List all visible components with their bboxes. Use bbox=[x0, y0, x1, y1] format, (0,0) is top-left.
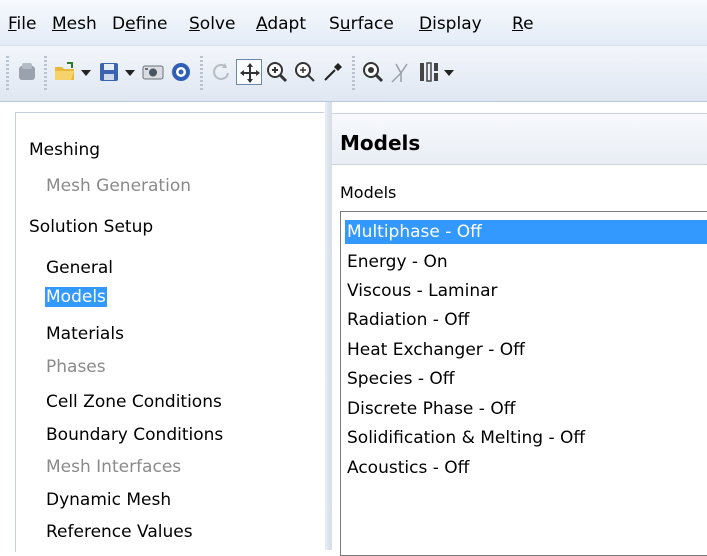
menu-surface[interactable]: Surface bbox=[329, 14, 394, 34]
toolbar-grip[interactable] bbox=[44, 56, 47, 92]
pan-icon[interactable] bbox=[236, 59, 262, 85]
model-item-heat-exchanger[interactable]: Heat Exchanger - Off bbox=[347, 340, 525, 360]
stop-icon[interactable] bbox=[14, 59, 40, 85]
pane-border bbox=[16, 112, 324, 113]
nav-item-cell-zone-conditions[interactable]: Cell Zone Conditions bbox=[46, 392, 222, 412]
axes-icon[interactable] bbox=[388, 59, 414, 85]
probe-icon[interactable] bbox=[320, 59, 346, 85]
nav-item-models[interactable]: Models bbox=[45, 287, 107, 307]
model-item-species[interactable]: Species - Off bbox=[347, 369, 454, 389]
nav-item-general[interactable]: General bbox=[46, 258, 113, 278]
models-listbox[interactable]: Multiphase - Off Energy - On Viscous - L… bbox=[340, 211, 707, 556]
model-item-viscous[interactable]: Viscous - Laminar bbox=[347, 281, 498, 301]
menu-mesh[interactable]: Mesh bbox=[52, 14, 97, 34]
nav-item-boundary-conditions[interactable]: Boundary Conditions bbox=[46, 425, 223, 445]
nav-item-materials[interactable]: Materials bbox=[46, 324, 124, 344]
menu-define[interactable]: Define bbox=[112, 14, 168, 34]
help-icon[interactable] bbox=[168, 59, 194, 85]
pane-border bbox=[15, 112, 16, 552]
nav-item-dynamic-mesh[interactable]: Dynamic Mesh bbox=[46, 490, 171, 510]
model-item-multiphase[interactable]: Multiphase - Off bbox=[345, 220, 707, 244]
snapshot-icon[interactable] bbox=[140, 59, 166, 85]
menu-adapt[interactable]: Adapt bbox=[256, 14, 306, 34]
menu-file[interactable]: File bbox=[8, 14, 36, 34]
model-item-radiation[interactable]: Radiation - Off bbox=[347, 310, 469, 330]
page-title: Models bbox=[340, 131, 421, 155]
nav-section-solution-setup[interactable]: Solution Setup bbox=[29, 217, 153, 237]
model-item-energy[interactable]: Energy - On bbox=[347, 252, 448, 272]
toolbar-grip[interactable] bbox=[352, 56, 355, 92]
toolbar-grip[interactable] bbox=[6, 56, 9, 92]
toolbar-grip[interactable] bbox=[200, 56, 203, 92]
page-title-bar: Models bbox=[332, 113, 707, 165]
menu-display[interactable]: Display bbox=[419, 14, 482, 34]
model-item-acoustics[interactable]: Acoustics - Off bbox=[347, 458, 469, 478]
menu-bar: File Mesh Define Solve Adapt Surface Dis… bbox=[0, 0, 707, 46]
model-item-solidification-melting[interactable]: Solidification & Melting - Off bbox=[347, 428, 585, 448]
rotate-icon[interactable] bbox=[208, 59, 234, 85]
open-folder-icon[interactable] bbox=[52, 59, 78, 85]
models-list-label: Models bbox=[340, 183, 397, 202]
pane-splitter[interactable] bbox=[325, 102, 332, 550]
chevron-down-icon[interactable] bbox=[81, 70, 91, 76]
nav-item-mesh-interfaces: Mesh Interfaces bbox=[46, 457, 182, 477]
zoom-to-fit-icon[interactable] bbox=[360, 59, 386, 85]
chevron-down-icon[interactable] bbox=[444, 70, 454, 76]
nav-section-meshing[interactable]: Meshing bbox=[29, 140, 100, 160]
menu-solve[interactable]: Solve bbox=[189, 14, 235, 34]
zoom-icon[interactable] bbox=[292, 59, 318, 85]
toolbar bbox=[0, 46, 707, 102]
menu-report[interactable]: Re bbox=[512, 14, 534, 34]
chevron-down-icon[interactable] bbox=[125, 70, 135, 76]
nav-item-reference-values[interactable]: Reference Values bbox=[46, 522, 193, 542]
zoom-in-icon[interactable] bbox=[264, 59, 290, 85]
columns-icon[interactable] bbox=[416, 59, 442, 85]
nav-item-phases: Phases bbox=[46, 357, 106, 377]
save-icon[interactable] bbox=[96, 59, 122, 85]
nav-item-mesh-generation: Mesh Generation bbox=[46, 176, 191, 196]
model-item-discrete-phase[interactable]: Discrete Phase - Off bbox=[347, 399, 515, 419]
